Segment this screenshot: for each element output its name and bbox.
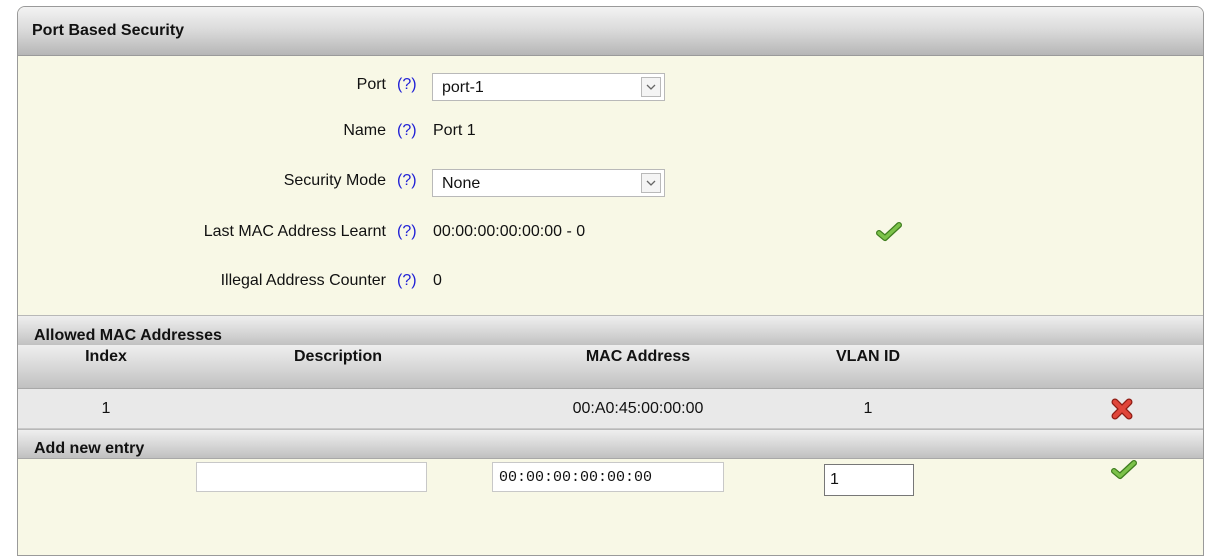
security-mode-select[interactable]: None	[432, 169, 665, 197]
name-value: Port 1	[433, 122, 476, 139]
security-mode-label: Security Mode	[283, 172, 386, 189]
last-mac-row: Last MAC Address Learnt (?) 00:00:00:00:…	[18, 220, 1203, 244]
port-label: Port	[356, 76, 386, 93]
port-select[interactable]: port-1	[432, 73, 665, 101]
name-help-link[interactable]: (?)	[397, 119, 417, 143]
last-mac-value: 00:00:00:00:00:00 - 0	[433, 223, 586, 240]
security-mode-select-value: None	[442, 175, 481, 192]
last-mac-help-link[interactable]: (?)	[397, 220, 417, 244]
table-row: 1 00:A0:45:00:00:00 1	[18, 389, 1203, 429]
illegal-counter-value: 0	[433, 272, 442, 289]
port-select-value: port-1	[442, 79, 484, 96]
green-checkmark-icon[interactable]	[876, 221, 902, 251]
last-mac-label: Last MAC Address Learnt	[203, 223, 386, 240]
add-entry-section-header: Add new entry	[18, 429, 1203, 459]
chevron-down-icon[interactable]	[641, 173, 661, 193]
security-mode-help-link[interactable]: (?)	[397, 169, 417, 193]
column-header-mac-address: MAC Address	[585, 348, 691, 365]
illegal-counter-label: Illegal Address Counter	[220, 272, 386, 289]
panel-title: Port Based Security	[32, 22, 185, 39]
new-vlan-id-input[interactable]	[824, 464, 914, 496]
new-description-input[interactable]	[196, 462, 427, 492]
security-mode-row: Security Mode (?) None	[18, 169, 1203, 197]
panel-header: Port Based Security	[18, 7, 1203, 56]
port-security-panel: Port Based Security Port (?) port-1 Name…	[17, 6, 1204, 556]
port-help-link[interactable]: (?)	[397, 73, 417, 97]
name-row: Name (?) Port 1	[18, 119, 1203, 143]
row-mac-address: 00:A0:45:00:00:00	[572, 400, 704, 417]
column-header-vlan-id: VLAN ID	[836, 348, 900, 365]
port-row: Port (?) port-1	[18, 73, 1203, 101]
column-header-description: Description	[293, 348, 382, 365]
name-label: Name	[343, 122, 386, 139]
allowed-mac-section-header: Allowed MAC Addresses	[18, 315, 1203, 347]
allowed-mac-column-headers: Index Description MAC Address VLAN ID	[18, 345, 1203, 389]
column-header-index: Index	[85, 348, 127, 365]
green-checkmark-icon[interactable]	[1111, 459, 1137, 486]
illegal-counter-help-link[interactable]: (?)	[397, 269, 417, 293]
chevron-down-icon[interactable]	[641, 77, 661, 97]
row-vlan-id: 1	[863, 400, 873, 417]
allowed-mac-title: Allowed MAC Addresses	[34, 327, 222, 344]
new-mac-address-input[interactable]	[492, 462, 724, 492]
illegal-counter-row: Illegal Address Counter (?) 0	[18, 269, 1203, 293]
add-entry-title: Add new entry	[34, 440, 145, 457]
red-x-icon[interactable]	[1110, 397, 1134, 426]
row-index: 1	[101, 400, 111, 417]
